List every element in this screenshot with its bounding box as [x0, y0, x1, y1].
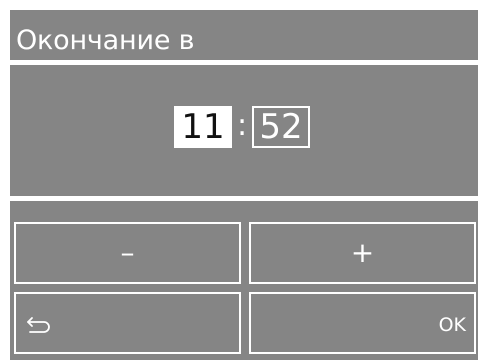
page-title: Окончание в [16, 25, 195, 56]
footer-divider [10, 196, 478, 201]
decrease-button[interactable]: – [14, 222, 241, 284]
increase-button[interactable]: + [249, 222, 476, 284]
ok-button[interactable]: OK [249, 292, 476, 354]
ok-button-label: OK [438, 314, 466, 336]
back-button[interactable] [14, 292, 241, 354]
time-display: 11 : 52 [10, 106, 478, 148]
minutes-field[interactable]: 52 [252, 106, 310, 148]
hours-field[interactable]: 11 [174, 106, 232, 148]
return-arrow-icon [27, 317, 50, 333]
decrease-button-label: – [120, 236, 135, 269]
display-screen: Окончание в 11 : 52 – + OK [10, 10, 478, 360]
time-separator: : [236, 108, 248, 143]
header-divider [10, 60, 478, 65]
increase-button-label: + [350, 236, 375, 269]
